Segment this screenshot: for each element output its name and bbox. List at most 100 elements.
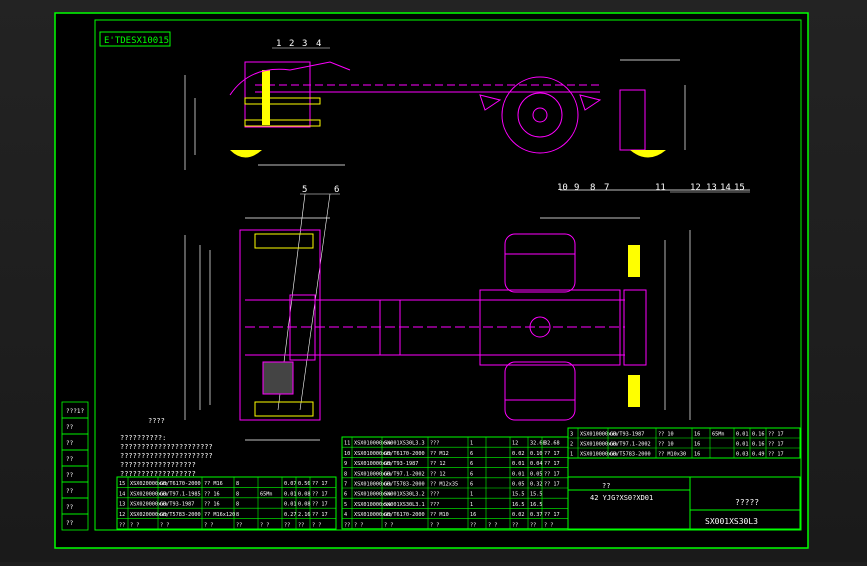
parts-left-cell: ? ? — [160, 523, 169, 529]
title-block-code: 42 YJG?XS0?XD01 — [590, 494, 653, 502]
callout-15: 15 — [734, 183, 745, 193]
callout-12: 12 — [690, 183, 701, 193]
parts-right-cell: 16 — [694, 432, 700, 438]
parts-mid-cell: 6 — [470, 461, 473, 467]
parts-mid-cell: ?? 12 — [430, 461, 446, 467]
parts-left-cell: ? ? — [130, 523, 139, 529]
parts-mid-cell: ?? 17 — [544, 471, 560, 477]
parts-mid-cell: 9 — [344, 461, 347, 467]
parts-left-cell: 8 — [236, 502, 239, 508]
parts-mid-cell: 16.5 — [512, 502, 525, 508]
parts-mid-cell: ?? 17 — [544, 512, 560, 518]
parts-right-cell: ?? 10 — [658, 442, 674, 448]
parts-mid-cell: GB/T6170-2000 — [384, 512, 425, 518]
parts-mid-cell: 8 — [344, 471, 347, 477]
parts-left-cell: ?? M16 — [204, 481, 223, 487]
parts-right-cell: ?? 17 — [768, 432, 784, 438]
parts-mid-cell: ??? — [430, 502, 439, 508]
callout-10: 10 — [557, 183, 568, 193]
parts-mid-cell: 5 — [344, 502, 347, 508]
parts-left-cell: GB/T93-1987 — [160, 502, 194, 508]
parts-mid-cell: 1 — [470, 502, 473, 508]
parts-mid-cell: 0.01 — [512, 461, 525, 467]
note-3: ?????????????????????? — [120, 452, 213, 460]
parts-right-cell: 16 — [694, 452, 700, 458]
parts-mid-cell: 7 — [344, 482, 347, 488]
parts-mid-cell: 0.02 — [512, 451, 525, 457]
parts-right-cell: ?? 17 — [768, 452, 784, 458]
parts-left-cell: ? ? — [204, 523, 213, 529]
parts-mid-cell: GB/T6170-2000 — [384, 451, 425, 457]
parts-mid-cell: 0.02 — [512, 512, 525, 518]
parts-right-cell: 1 — [570, 452, 573, 458]
parts-mid-cell: 1 — [470, 441, 473, 447]
parts-mid-cell: ? ? — [354, 522, 363, 528]
left-strip-text: ?? — [66, 472, 74, 479]
parts-mid-cell: 15.5 — [530, 492, 543, 498]
parts-right-cell: 0.16 — [752, 442, 765, 448]
parts-left-cell: ? ? — [260, 523, 269, 529]
front-block — [262, 361, 294, 395]
note-1: ??????????: — [120, 434, 166, 442]
parts-right-cell: ?? 17 — [768, 442, 784, 448]
callout-9: 9 — [574, 183, 579, 193]
drawing-name: ????? — [735, 498, 759, 507]
parts-mid-cell: ?? — [530, 522, 536, 528]
parts-mid-cell: ? ? — [488, 522, 497, 528]
parts-mid-cell: 11 — [344, 441, 350, 447]
drawing-viewport[interactable]: E'TDESX10015 1 2 3 4 5 6 7 8 9 10 11 12 … — [0, 0, 867, 562]
parts-right-cell: 0.03 — [736, 452, 749, 458]
parts-left-cell: 2.16 — [298, 512, 311, 518]
parts-left-cell: ?? 17 — [312, 502, 328, 508]
parts-mid-cell: ?? M12 — [430, 451, 449, 457]
parts-mid-cell: ? ? — [384, 522, 393, 528]
parts-right-cell: 16 — [694, 442, 700, 448]
drawing-sheet: E'TDESX10015 1 2 3 4 5 6 7 8 9 10 11 12 … — [54, 12, 809, 549]
drawing-number: SX001XS30L3 — [705, 517, 758, 526]
title-block-caption: ?? — [602, 482, 610, 490]
parts-left-cell: 12 — [119, 512, 125, 518]
parts-mid-cell: 0.05 — [512, 482, 525, 488]
parts-mid-cell: SX001XS30L3.1 — [384, 502, 425, 508]
callout-11: 11 — [655, 183, 666, 193]
parts-mid-cell: GB/T5783-2000 — [384, 482, 425, 488]
parts-mid-cell: 16 — [470, 512, 476, 518]
parts-mid-cell: 4 — [344, 512, 347, 518]
parts-right-cell: GB/T97.1-2002 — [610, 442, 651, 448]
parts-left-cell: ?? 17 — [312, 512, 328, 518]
parts-mid-cell: 12 — [512, 441, 518, 447]
parts-mid-cell: 6 — [470, 471, 473, 477]
left-strip-text: ?? — [66, 504, 74, 511]
parts-right-cell: GB/T93-1987 — [610, 432, 644, 438]
callout-6: 6 — [334, 185, 339, 195]
parts-left-cell: 8 — [236, 481, 239, 487]
parts-left-cell: ?? — [119, 523, 125, 529]
parts-right-cell: GB/T5783-2000 — [610, 452, 651, 458]
parts-mid-cell: ?? 17 — [544, 451, 560, 457]
parts-mid-cell: 1 — [470, 492, 473, 498]
parts-mid-cell: GB/T97.1-2002 — [384, 471, 425, 477]
parts-mid-cell: ? ? — [430, 522, 439, 528]
callout-2: 2 — [289, 39, 294, 49]
parts-mid-cell: ?? M10 — [430, 512, 449, 518]
parts-mid-cell: ?? — [512, 522, 518, 528]
parts-mid-cell: GB/T93-1987 — [384, 461, 418, 467]
cad-app: E'TDESX10015 1 2 3 4 5 6 7 8 9 10 11 12 … — [0, 0, 867, 562]
parts-left-cell: 0.01 — [284, 502, 297, 508]
parts-mid-cell: ?? 17 — [544, 482, 560, 488]
parts-left-cell: 0.56 — [298, 481, 311, 487]
title-tag: E'TDESX10015 — [104, 36, 169, 46]
rear-hub-top — [628, 245, 640, 277]
parts-right-cell: 65Mn — [712, 432, 725, 438]
parts-mid-cell: SX001XS30L3.3 — [384, 441, 425, 447]
left-strip-text: ???1? — [66, 408, 84, 415]
parts-left-cell: ? ? — [312, 523, 321, 529]
parts-left-cell: 8 — [236, 491, 239, 497]
note-2: ?????????????????????? — [120, 443, 213, 451]
parts-mid-cell: ??? — [430, 441, 439, 447]
note-6: ???? — [148, 417, 165, 425]
callout-8: 8 — [590, 183, 595, 193]
parts-left-cell: 0.07 — [284, 481, 297, 487]
left-strip-text: ?? — [66, 520, 74, 527]
rear-hub-bottom — [628, 375, 640, 407]
